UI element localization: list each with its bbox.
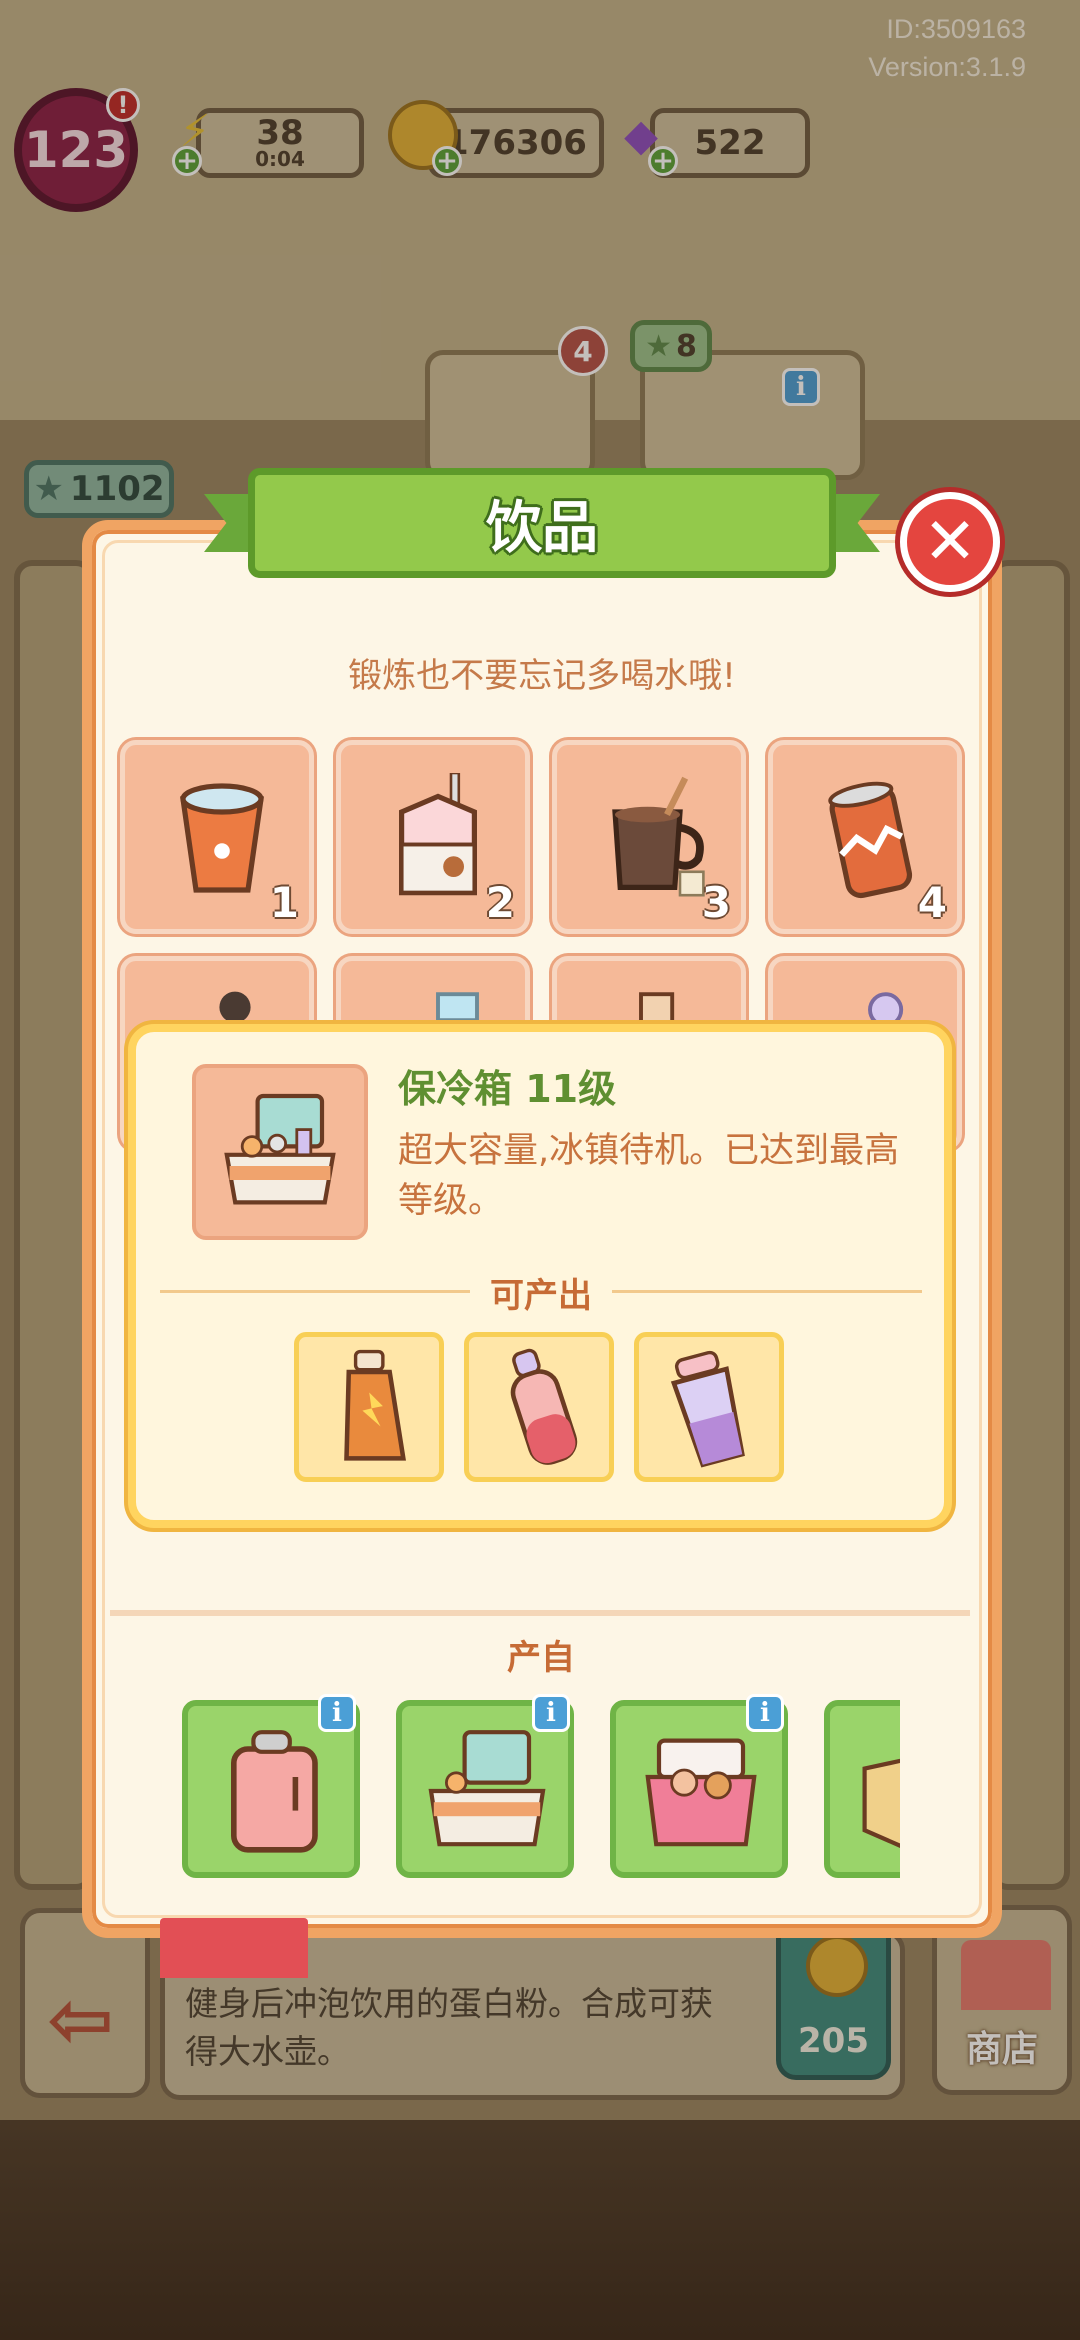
- drink-cell-4[interactable]: 4: [768, 740, 962, 934]
- source-scroll[interactable]: i i i: [180, 1692, 900, 1886]
- milk-carton-icon: [399, 773, 477, 896]
- pink-fridge-icon: [231, 1730, 318, 1853]
- info-title: 保冷箱 11级: [398, 1067, 617, 1111]
- info-icon[interactable]: i: [318, 1694, 356, 1732]
- title-banner: 饮品: [248, 468, 836, 578]
- cell-number: 2: [485, 878, 515, 927]
- drink-cell-2[interactable]: 2: [336, 740, 530, 934]
- pink-cooler-icon: [645, 1738, 757, 1847]
- drink-cell-3[interactable]: 3: [552, 740, 746, 934]
- bookmark-ribbon: [160, 1918, 308, 1978]
- info-icon[interactable]: i: [532, 1694, 570, 1732]
- source-label: 产自: [507, 1638, 575, 1678]
- cell-number: 1: [269, 878, 299, 927]
- produce-item-1[interactable]: [294, 1332, 444, 1482]
- produces-label: 可产出: [490, 1276, 592, 1316]
- info-description: 超大容量,冰镇待机。已达到最高等级。: [398, 1131, 900, 1221]
- paper-cup-icon: [180, 783, 264, 893]
- source-item-4[interactable]: [824, 1700, 900, 1878]
- cooler-box-icon: [428, 1730, 546, 1847]
- produce-item-3[interactable]: [634, 1332, 784, 1482]
- close-icon: ✕: [923, 505, 977, 579]
- sports-bottle-icon: [510, 1348, 578, 1465]
- cell-number: 3: [701, 878, 731, 927]
- dialog-title: 饮品: [486, 495, 598, 561]
- divider: [160, 1290, 470, 1293]
- dialog-subtitle: 锻炼也不要忘记多喝水哦!: [348, 656, 736, 696]
- info-thumbnail: [192, 1064, 368, 1240]
- soda-can-icon: [828, 781, 913, 899]
- drink-cell-1[interactable]: 1: [120, 740, 314, 934]
- produce-item-2[interactable]: [464, 1332, 614, 1482]
- cooler-box-icon: [224, 1093, 336, 1205]
- divider: [612, 1290, 922, 1293]
- info-icon[interactable]: i: [746, 1694, 784, 1732]
- coffee-mug-icon: [612, 776, 705, 897]
- shaker-cup-icon: [670, 1350, 745, 1468]
- close-button[interactable]: ✕: [900, 492, 1000, 592]
- energy-drink-icon: [344, 1349, 406, 1461]
- cell-number: 4: [917, 878, 947, 927]
- section-divider: [110, 1610, 970, 1616]
- cardboard-box-icon: [862, 1758, 900, 1848]
